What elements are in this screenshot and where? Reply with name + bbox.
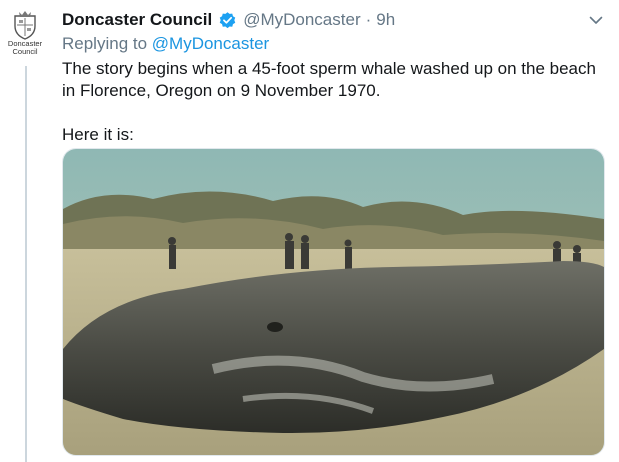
tweet-text-paragraph: The story begins when a 45-foot sperm wh…: [62, 59, 596, 100]
author-display-name[interactable]: Doncaster Council: [62, 10, 212, 30]
tweet-media-photo[interactable]: [62, 148, 605, 456]
replying-to-line: Replying to @MyDoncaster: [62, 34, 269, 54]
replying-to-handle-link[interactable]: @MyDoncaster: [152, 34, 269, 53]
replying-to-prefix: Replying to: [62, 34, 152, 53]
tweet-text-paragraph: Here it is:: [62, 125, 134, 144]
tweet-header: Doncaster Council @MyDoncaster · 9h: [62, 8, 395, 32]
avatar[interactable]: Doncaster Council: [5, 10, 45, 60]
avatar-label-line-2: Council: [12, 47, 38, 56]
tweet-body: The story begins when a 45-foot sperm wh…: [62, 58, 597, 146]
verified-badge-icon: [219, 11, 236, 28]
separator-dot: ·: [365, 10, 372, 29]
council-crest-icon: [14, 11, 36, 40]
chevron-down-icon[interactable]: [588, 12, 604, 28]
author-handle[interactable]: @MyDoncaster: [243, 10, 360, 30]
tweet-timestamp[interactable]: 9h: [376, 10, 395, 30]
thread-connector-line: [25, 66, 27, 462]
whale-photo-image: [63, 149, 604, 455]
